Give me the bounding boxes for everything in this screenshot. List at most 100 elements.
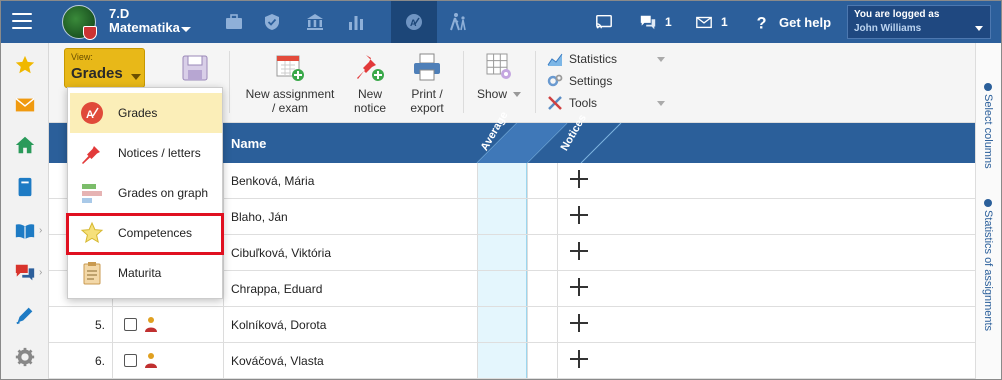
help-button[interactable]: ? Get help [753, 1, 831, 43]
left-sidebar: › › [1, 43, 49, 379]
briefcase-icon[interactable] [213, 1, 255, 43]
class-avatar[interactable] [62, 5, 97, 40]
new-assignment-label-1: New assignment [245, 87, 335, 101]
add-notice-icon[interactable] [570, 314, 588, 332]
book-icon[interactable] [13, 175, 37, 199]
show-label: Show [476, 87, 508, 101]
select-columns-tab[interactable]: Select columns [982, 83, 994, 169]
chevron-right-icon[interactable]: › [39, 225, 42, 236]
building-icon[interactable] [294, 1, 336, 43]
grid-settings-icon [486, 53, 511, 79]
menu-item-label: Grades [118, 106, 158, 120]
cast-screen-icon[interactable] [595, 1, 621, 43]
chevron-down-icon [131, 74, 141, 80]
row-checkbox[interactable] [124, 354, 137, 367]
highlight-box [66, 213, 224, 255]
show-columns-button[interactable]: Show [471, 51, 527, 101]
gear-icon[interactable] [13, 345, 37, 369]
messages-count: 1 [665, 15, 672, 29]
user-menu[interactable]: You are logged as John Williams [847, 5, 991, 39]
add-notice-icon[interactable] [570, 206, 588, 224]
help-label: Get help [779, 14, 832, 30]
student-name[interactable]: Benková, Mária [231, 174, 314, 188]
mail-count: 1 [721, 15, 728, 29]
chevron-down-icon[interactable] [975, 26, 983, 31]
save-icon[interactable] [180, 53, 210, 83]
menu-item-label: Maturita [118, 266, 162, 280]
pin-icon [82, 143, 100, 164]
gears-icon [547, 74, 563, 87]
bar-chart-icon[interactable] [335, 1, 377, 43]
star-icon[interactable] [13, 53, 37, 77]
row-number: 6. [94, 354, 105, 368]
menu-item-label: Notices / letters [118, 146, 201, 160]
statistics-menu[interactable]: Statistics [547, 49, 665, 69]
column-header-name[interactable]: Name [231, 136, 266, 151]
chat-bubbles-icon [640, 15, 656, 30]
toolbar-divider [463, 51, 464, 113]
app-window: 7.D Matematika A 1 1 ? Get help You are … [0, 0, 1002, 380]
chevron-right-icon[interactable]: › [39, 267, 42, 278]
grades-nav-icon[interactable]: A [391, 1, 437, 43]
question-mark-icon: ? [757, 14, 767, 31]
class-name[interactable]: 7.D [109, 7, 129, 21]
add-notice-icon[interactable] [570, 242, 588, 260]
shield-check-icon[interactable] [251, 1, 293, 43]
student-name[interactable]: Kováčová, Vlasta [231, 354, 324, 368]
view-label: View: [71, 52, 93, 62]
toolbar-divider [229, 51, 230, 113]
settings-menu[interactable]: Settings [547, 71, 612, 91]
view-selector-button[interactable]: View: Grades [64, 48, 145, 88]
printer-icon [414, 53, 440, 81]
add-notice-icon[interactable] [570, 278, 588, 296]
tools-icon [548, 96, 562, 110]
toolbar-divider [535, 51, 536, 113]
svg-text:?: ? [757, 14, 767, 31]
row-checkbox[interactable] [124, 318, 137, 331]
hamburger-menu-icon[interactable] [12, 13, 32, 29]
tools-menu[interactable]: Tools [547, 93, 665, 113]
add-notice-icon[interactable] [570, 170, 588, 188]
student-name[interactable]: Blaho, Ján [231, 210, 288, 224]
chevron-down-icon[interactable] [181, 27, 191, 32]
view-value: Grades [71, 65, 123, 82]
chat-bubbles-icon[interactable] [13, 261, 37, 285]
menu-item-maturita[interactable]: Maturita [70, 253, 222, 293]
select-columns-label: Select columns [982, 94, 994, 169]
subject-name[interactable]: Matematika [109, 21, 180, 35]
student-name[interactable]: Chrappa, Eduard [231, 282, 322, 296]
open-book-icon[interactable] [13, 219, 37, 243]
mail-button[interactable]: 1 [695, 1, 728, 43]
student-name[interactable]: Kolníková, Dorota [231, 318, 326, 332]
add-notice-icon[interactable] [570, 350, 588, 368]
stats-assignments-tab[interactable]: Statistics of assignments [982, 199, 994, 331]
student-person-icon [145, 317, 157, 332]
new-notice-button[interactable]: New notice [345, 51, 395, 115]
envelope-icon [696, 16, 712, 29]
pin-add-icon [357, 55, 384, 81]
new-assignment-button[interactable]: New assignment / exam [243, 51, 337, 115]
menu-item-notices[interactable]: Notices / letters [70, 133, 222, 173]
student-name[interactable]: Cibuľková, Viktória [231, 246, 331, 260]
row-number: 5. [94, 318, 105, 332]
chevron-down-icon [657, 57, 665, 62]
login-label: You are logged as [854, 9, 940, 20]
chevron-down-icon [513, 92, 522, 98]
shield-badge-icon [83, 26, 97, 40]
menu-item-label: Grades on graph [118, 186, 209, 200]
chevron-down-icon [657, 101, 665, 106]
stats-assignments-label: Statistics of assignments [982, 210, 994, 332]
new-notice-label-2: notice [353, 101, 387, 115]
messages-button[interactable]: 1 [639, 1, 672, 43]
menu-item-grades-graph[interactable]: Grades on graph [70, 173, 222, 213]
tools-label: Tools [569, 96, 598, 110]
pen-icon[interactable] [13, 303, 37, 327]
menu-item-grades[interactable]: A Grades [70, 93, 222, 133]
walking-people-icon[interactable] [437, 1, 479, 43]
table-row: 6. Kováčová, Vlasta [49, 343, 975, 379]
right-sidebar: Select columns Statistics of assignments [975, 43, 1001, 379]
envelope-icon[interactable] [13, 93, 37, 117]
print-export-button[interactable]: Print / export [404, 51, 450, 115]
new-assignment-label-2: / exam [271, 101, 308, 115]
home-icon[interactable] [13, 133, 37, 157]
